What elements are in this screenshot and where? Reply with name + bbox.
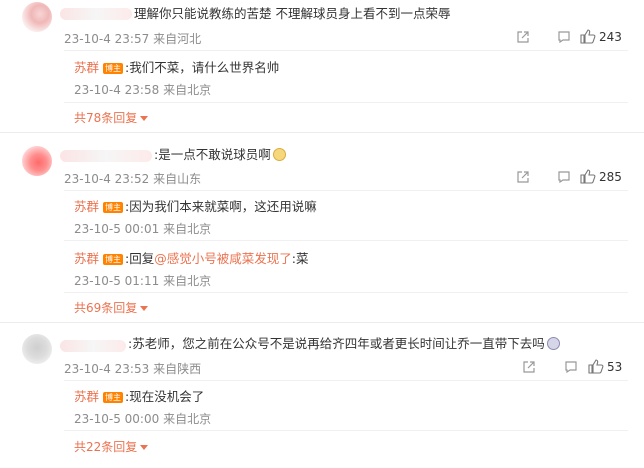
comment-text-row: :是一点不敢说球员啊 bbox=[154, 147, 286, 163]
reply-author[interactable]: 苏群 bbox=[74, 389, 99, 404]
reply-meta: 23-10-5 01:11 来自北京 bbox=[74, 272, 211, 289]
blogger-badge: 博主 bbox=[103, 202, 124, 213]
more-replies-link[interactable]: 共22条回复 bbox=[74, 438, 149, 455]
like-count: 53 bbox=[607, 360, 623, 374]
comment-icon[interactable] bbox=[557, 30, 571, 44]
reply-time: 23-10-5 00:00 bbox=[74, 412, 160, 426]
reply-divider bbox=[64, 240, 628, 241]
reply-meta: 23-10-5 00:01 来自北京 bbox=[74, 220, 211, 237]
comment-icon[interactable] bbox=[564, 360, 578, 374]
reply-text: :我们不菜，请什么世界名帅 bbox=[125, 60, 280, 75]
comment-meta: 23-10-4 23:57 来自河北 bbox=[64, 30, 201, 47]
comment-location: 来自河北 bbox=[153, 32, 202, 46]
reply-author[interactable]: 苏群 bbox=[74, 199, 99, 214]
thumbs-up-icon[interactable] bbox=[588, 359, 604, 374]
reply-location: 来自北京 bbox=[163, 222, 212, 236]
comment-location: 来自陕西 bbox=[153, 362, 202, 376]
reply-time: 23-10-4 23:58 bbox=[74, 83, 160, 97]
share-icon[interactable] bbox=[516, 170, 530, 184]
crying-emoji-icon bbox=[546, 337, 560, 350]
reply-meta: 23-10-4 23:58 来自北京 bbox=[74, 81, 211, 98]
reply: 苏群 博主:回复@感觉小号被咸菜发现了:菜 bbox=[74, 248, 308, 267]
comment-location: 来自山东 bbox=[153, 172, 202, 186]
thumbs-up-icon[interactable] bbox=[580, 29, 596, 44]
thumbs-up-icon[interactable] bbox=[580, 169, 596, 184]
reply-author[interactable]: 苏群 bbox=[74, 60, 99, 75]
blogger-badge: 博主 bbox=[103, 254, 124, 265]
blogger-badge: 博主 bbox=[103, 392, 124, 403]
reply-divider bbox=[64, 292, 628, 293]
reply-divider bbox=[64, 380, 628, 381]
comment-meta: 23-10-4 23:52 来自山东 bbox=[64, 170, 201, 187]
commenter-name-blurred[interactable] bbox=[60, 150, 152, 162]
cat-emoji-icon bbox=[272, 148, 286, 161]
mention-link[interactable]: @感觉小号被咸菜发现了 bbox=[154, 251, 292, 266]
comment-text: :苏老师，您之前在公众号不是说再给齐四年或者更长时间让乔一直带下去吗 bbox=[128, 336, 545, 351]
reply-divider bbox=[64, 50, 628, 51]
more-replies-link[interactable]: 共69条回复 bbox=[74, 299, 149, 316]
comment-divider bbox=[0, 322, 644, 323]
more-replies-label: 共22条回复 bbox=[74, 440, 138, 454]
comment-time: 23-10-4 23:53 bbox=[64, 362, 150, 376]
commenter-name-blurred[interactable] bbox=[60, 340, 126, 352]
reply: 苏群 博主:因为我们本来就菜啊，这还用说嘛 bbox=[74, 196, 317, 215]
more-replies-label: 共78条回复 bbox=[74, 111, 138, 125]
reply-meta: 23-10-5 00:00 来自北京 bbox=[74, 410, 211, 427]
reply-divider bbox=[64, 190, 628, 191]
comment-divider bbox=[0, 132, 644, 133]
comment-meta: 23-10-4 23:53 来自陕西 bbox=[64, 360, 201, 377]
reply-divider bbox=[64, 430, 628, 431]
reply-suffix: :菜 bbox=[291, 251, 309, 266]
comment-text: 理解你只能说教练的苦楚 不理解球员身上看不到一点荣辱 bbox=[134, 6, 451, 21]
reply-location: 来自北京 bbox=[163, 412, 212, 426]
like-count: 243 bbox=[599, 30, 622, 44]
more-replies-link[interactable]: 共78条回复 bbox=[74, 109, 149, 126]
reply-text: :现在没机会了 bbox=[125, 389, 205, 404]
reply: 苏群 博主:现在没机会了 bbox=[74, 386, 204, 405]
commenter-name-blurred[interactable] bbox=[60, 8, 132, 20]
commenter-avatar[interactable] bbox=[22, 334, 52, 364]
reply-divider bbox=[64, 102, 628, 103]
share-icon[interactable] bbox=[516, 30, 530, 44]
commenter-avatar[interactable] bbox=[22, 2, 52, 32]
chevron-down-icon bbox=[140, 306, 149, 311]
commenter-avatar[interactable] bbox=[22, 146, 52, 176]
reply-time: 23-10-5 01:11 bbox=[74, 274, 160, 288]
reply: 苏群 博主:我们不菜，请什么世界名帅 bbox=[74, 57, 279, 76]
blogger-badge: 博主 bbox=[103, 63, 124, 74]
reply-time: 23-10-5 00:01 bbox=[74, 222, 160, 236]
reply-prefix: :回复 bbox=[125, 251, 155, 266]
reply-location: 来自北京 bbox=[163, 274, 212, 288]
reply-text: :因为我们本来就菜啊，这还用说嘛 bbox=[125, 199, 317, 214]
more-replies-label: 共69条回复 bbox=[74, 301, 138, 315]
reply-location: 来自北京 bbox=[163, 83, 212, 97]
comment-time: 23-10-4 23:57 bbox=[64, 32, 150, 46]
comment-time: 23-10-4 23:52 bbox=[64, 172, 150, 186]
chevron-down-icon bbox=[140, 116, 149, 121]
reply-author[interactable]: 苏群 bbox=[74, 251, 99, 266]
comment-icon[interactable] bbox=[557, 170, 571, 184]
share-icon[interactable] bbox=[522, 360, 536, 374]
chevron-down-icon bbox=[140, 445, 149, 450]
comment-text: :是一点不敢说球员啊 bbox=[154, 147, 271, 162]
like-count: 285 bbox=[599, 170, 622, 184]
comment-text-row: :苏老师，您之前在公众号不是说再给齐四年或者更长时间让乔一直带下去吗 bbox=[128, 336, 560, 352]
